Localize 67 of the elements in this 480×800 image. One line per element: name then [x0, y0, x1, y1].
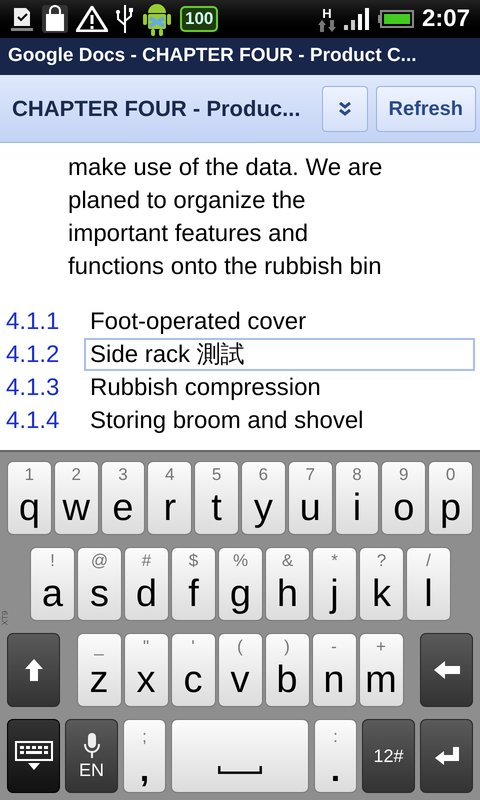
usb-icon — [116, 5, 134, 33]
letter-key[interactable]: & h — [265, 547, 310, 621]
double-chevron-down-icon — [338, 102, 352, 116]
section-number: 4.1.3 — [5, 372, 60, 402]
android-robot-icon — [142, 1, 172, 37]
letter-key[interactable]: ) b — [264, 633, 310, 707]
signal-strength-icon — [344, 8, 370, 30]
hide-keyboard-key[interactable] — [7, 719, 60, 793]
section-number: 4.1.4 — [5, 406, 60, 436]
up-arrow-icon — [24, 659, 42, 681]
shift-key[interactable] — [7, 633, 60, 707]
input-method-label: XT9 — [0, 610, 10, 626]
letter-key[interactable]: @ s — [77, 547, 122, 621]
microphone-icon — [82, 733, 100, 759]
document-title: CHAPTER FOUR - Produc... — [12, 95, 302, 123]
letter-key[interactable]: 6 y — [240, 461, 286, 535]
section-title[interactable]: Rubbish compression — [84, 371, 475, 404]
letter-key[interactable]: 0 p — [428, 461, 473, 535]
section-number: 4.1.2 — [5, 340, 60, 370]
punctuation-key[interactable]: ; , — [123, 719, 166, 793]
letter-key[interactable]: $ f — [171, 547, 216, 621]
letter-key[interactable]: 2 w — [54, 461, 99, 535]
letter-key[interactable]: + m — [358, 633, 404, 707]
left-arrow-icon — [434, 661, 460, 679]
section-number: 4.1.1 — [5, 306, 60, 336]
letter-key[interactable]: # d — [124, 547, 169, 621]
window-title: Google Docs - CHAPTER FOUR - Product C... — [8, 44, 417, 68]
letter-key[interactable]: 9 o — [381, 461, 426, 535]
letter-key[interactable]: _ z — [76, 633, 122, 707]
letter-key[interactable]: ? k — [359, 547, 404, 621]
letter-key[interactable]: 5 t — [194, 461, 239, 535]
voice-input-key[interactable]: EN — [65, 719, 118, 793]
refresh-button[interactable]: Refresh — [376, 86, 476, 132]
enter-arrow-icon — [434, 747, 458, 765]
backspace-key[interactable] — [420, 633, 473, 707]
letter-key[interactable]: " x — [124, 633, 168, 707]
section-title[interactable]: Foot-operated cover — [84, 305, 475, 338]
letter-key[interactable]: 4 r — [147, 461, 192, 535]
letter-key[interactable]: - n — [312, 633, 356, 707]
letter-key[interactable]: 3 e — [100, 461, 146, 535]
letter-key[interactable]: / l — [406, 547, 451, 621]
network-type-label: H — [322, 6, 332, 20]
paragraph: make use of the data. We are planed to organize the important features and functions onto the rubbish bin — [67, 153, 384, 282]
letter-key[interactable]: ( v — [218, 633, 262, 707]
warning-icon — [76, 6, 108, 32]
section-title[interactable]: Side rack 測試 — [84, 338, 475, 371]
space-key[interactable] — [171, 719, 309, 793]
letter-key[interactable]: * j — [312, 547, 357, 621]
section-title[interactable]: Storing broom and shovel — [84, 404, 475, 437]
clock: 2:07 — [422, 4, 470, 34]
letter-key[interactable]: ' c — [170, 633, 216, 707]
expand-button[interactable] — [322, 86, 368, 132]
letter-key[interactable]: 8 i — [334, 461, 380, 535]
space-bar-icon — [218, 766, 262, 774]
download-done-icon — [10, 6, 34, 32]
keyboard-down-icon — [14, 741, 52, 771]
enter-key[interactable] — [420, 719, 473, 793]
symbols-key[interactable]: 12# — [362, 719, 415, 793]
letter-key[interactable]: % g — [218, 547, 263, 621]
letter-key[interactable]: 7 u — [288, 461, 333, 535]
letter-key[interactable]: 1 q — [7, 461, 52, 535]
battery-icon — [378, 10, 414, 28]
letter-key[interactable]: ! a — [30, 547, 75, 621]
shopping-bag-icon — [42, 5, 68, 33]
battery-level-badge: 100 — [180, 6, 218, 32]
punctuation-key[interactable]: : . — [314, 719, 357, 793]
data-arrows-icon — [318, 20, 336, 32]
